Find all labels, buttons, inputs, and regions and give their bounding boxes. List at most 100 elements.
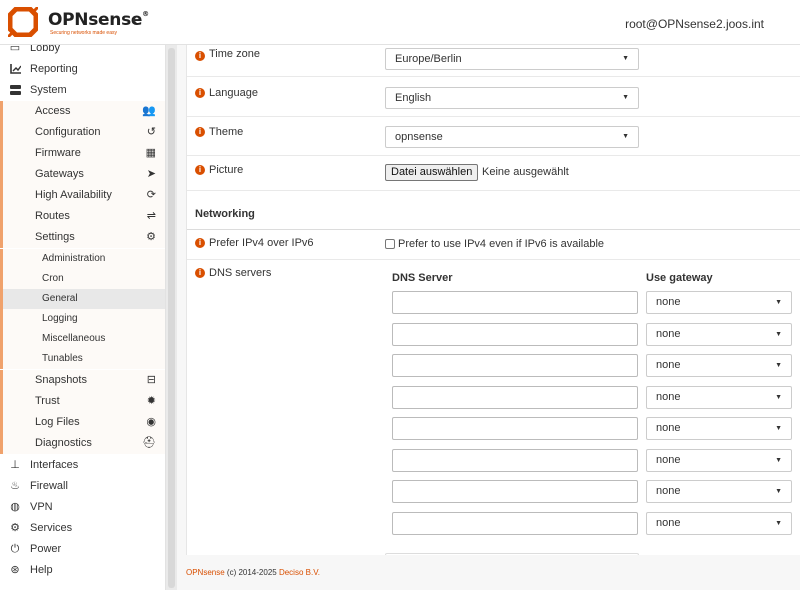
user-menu[interactable]: root@OPNsense2.joos.int — [625, 17, 764, 31]
timezone-row: i Time zone Europe/Berlin ▼ — [187, 45, 800, 77]
use-gateway-select[interactable]: none ▼ — [646, 480, 792, 503]
choose-file-button[interactable]: Datei auswählen — [385, 164, 479, 181]
sidebar-item-configuration[interactable]: Configuration ↺ — [0, 122, 165, 143]
sidebar-item-system[interactable]: System — [0, 80, 165, 101]
info-icon[interactable]: i — [195, 88, 205, 98]
dns-server-input[interactable] — [392, 291, 638, 314]
sitemap-icon: ⊥ — [10, 459, 20, 471]
brand-tagline: Securing networks made easy — [50, 30, 117, 36]
medkit-icon: ⛑ — [142, 437, 156, 449]
sidebar-item-tunables[interactable]: Tunables — [0, 349, 165, 369]
info-icon[interactable]: i — [195, 165, 205, 175]
prefer-ipv4-checkbox[interactable] — [385, 239, 395, 249]
sidebar-item-services[interactable]: ⚙ Services — [0, 518, 165, 539]
use-gateway-select[interactable]: none ▼ — [646, 512, 792, 535]
sidebar-item-miscellaneous[interactable]: Miscellaneous — [0, 329, 165, 349]
sidebar-item-trust[interactable]: Trust ✹ — [0, 391, 165, 412]
networking-section: Networking — [187, 192, 800, 230]
dns-server-input[interactable] — [392, 449, 638, 472]
footer-company-link[interactable]: Deciso B.V. — [279, 568, 320, 577]
life-ring-icon: ⊛ — [10, 564, 20, 576]
sidebar-item-reporting[interactable]: Reporting — [0, 59, 165, 80]
caret-down-icon: ▼ — [622, 55, 629, 62]
info-icon[interactable]: i — [195, 238, 205, 248]
location-arrow-icon: ➤ — [146, 168, 156, 180]
sidebar-item-cron[interactable]: Cron — [0, 269, 165, 289]
history-icon: ↺ — [146, 126, 156, 138]
prefer-ipv4-row: i Prefer IPv4 over IPv6 Prefer to use IP… — [187, 231, 800, 260]
sidebar-item-diagnostics[interactable]: Diagnostics ⛑ — [0, 433, 165, 454]
eye-icon: ◉ — [146, 416, 156, 428]
cogs-icon: ⚙ — [146, 231, 156, 243]
top-navbar: OPNsense® Securing networks made easy ‹ … — [0, 0, 800, 45]
sidebar-item-log-files[interactable]: Log Files ◉ — [0, 412, 165, 433]
caret-down-icon: ▼ — [775, 362, 782, 369]
sidebar-item-firmware[interactable]: Firmware ▦ — [0, 143, 165, 164]
sidebar-item-snapshots[interactable]: Snapshots ⊟ — [0, 370, 165, 391]
use-gateway-select[interactable]: none ▼ — [646, 354, 792, 377]
section-heading: Networking — [195, 208, 255, 220]
dns-server-input[interactable] — [392, 354, 638, 377]
sidebar-item-logging[interactable]: Logging — [0, 309, 165, 329]
users-icon: 👥 — [142, 105, 156, 117]
dns-server-input[interactable] — [392, 480, 638, 503]
sidebar-item-access[interactable]: Access 👥 — [0, 101, 165, 122]
footer: OPNsense (c) 2014-2025 Deciso B.V. — [186, 568, 320, 577]
hdd-icon: ⊟ — [146, 374, 156, 386]
globe-icon: ◍ — [10, 501, 20, 513]
theme-row: i Theme opnsense ▼ — [187, 118, 800, 156]
use-gateway-select[interactable]: none ▼ — [646, 449, 792, 472]
partial-select[interactable] — [385, 553, 639, 555]
sidebar-item-power[interactable]: ⏻ Power — [0, 539, 165, 560]
dns-server-input[interactable] — [392, 512, 638, 535]
footer-copyright: (c) 2014-2025 — [224, 568, 279, 577]
sidebar-item-firewall[interactable]: ♨ Firewall — [0, 476, 165, 497]
language-select[interactable]: English ▼ — [385, 87, 639, 109]
caret-down-icon: ▼ — [775, 457, 782, 464]
caret-down-icon: ▼ — [622, 133, 629, 140]
sidebar-item-general[interactable]: General — [0, 289, 165, 309]
sidebar-item-interfaces[interactable]: ⊥ Interfaces — [0, 455, 165, 476]
sidebar-item-help[interactable]: ⊛ Help — [0, 560, 165, 581]
sidebar-item-vpn[interactable]: ◍ VPN — [0, 497, 165, 518]
caret-down-icon: ▼ — [775, 488, 782, 495]
certificate-icon: ✹ — [146, 395, 156, 407]
laptop-icon: ▭ — [9, 45, 21, 54]
file-status: Keine ausgewählt — [482, 166, 569, 178]
refresh-icon: ⟳ — [146, 189, 156, 201]
use-gateway-select[interactable]: none ▼ — [646, 323, 792, 346]
language-row: i Language English ▼ — [187, 78, 800, 117]
caret-down-icon: ▼ — [775, 394, 782, 401]
opnsense-logo-icon[interactable] — [8, 7, 38, 37]
dns-server-input[interactable] — [392, 386, 638, 409]
sidebar-item-lobby[interactable]: ▭ Lobby — [0, 45, 165, 59]
theme-select[interactable]: opnsense ▼ — [385, 126, 639, 148]
server-icon — [8, 80, 22, 101]
caret-down-icon: ▼ — [775, 331, 782, 338]
fire-icon: ♨ — [10, 480, 20, 492]
dns-server-input[interactable] — [392, 417, 638, 440]
picture-row: i Picture Datei auswählen Keine ausgewäh… — [187, 157, 800, 191]
info-icon[interactable]: i — [195, 127, 205, 137]
chart-icon — [8, 59, 22, 80]
timezone-select[interactable]: Europe/Berlin ▼ — [385, 48, 639, 70]
footer-brand-link[interactable]: OPNsense — [186, 568, 225, 577]
dns-server-input[interactable] — [392, 323, 638, 346]
sidebar-item-settings[interactable]: Settings ⚙ — [0, 227, 165, 248]
caret-down-icon: ▼ — [775, 299, 782, 306]
sidebar-scrollbar-thumb[interactable] — [168, 48, 175, 588]
use-gateway-select[interactable]: none ▼ — [646, 386, 792, 409]
sidebar-item-high-availability[interactable]: High Availability ⟳ — [0, 185, 165, 206]
info-icon[interactable]: i — [195, 268, 205, 278]
use-gateway-select[interactable]: none ▼ — [646, 417, 792, 440]
chevron-left-icon[interactable]: ‹ — [132, 12, 137, 28]
caret-down-icon: ▼ — [775, 520, 782, 527]
caret-down-icon: ▼ — [622, 94, 629, 101]
sidebar-item-routes[interactable]: Routes ⇌ — [0, 206, 165, 227]
info-icon[interactable]: i — [195, 51, 205, 61]
caret-down-icon: ▼ — [775, 425, 782, 432]
use-gateway-select[interactable]: none ▼ — [646, 291, 792, 314]
sidebar-item-administration[interactable]: Administration — [0, 249, 165, 269]
dns-server-column-header: DNS Server — [392, 272, 453, 284]
sidebar-item-gateways[interactable]: Gateways ➤ — [0, 164, 165, 185]
